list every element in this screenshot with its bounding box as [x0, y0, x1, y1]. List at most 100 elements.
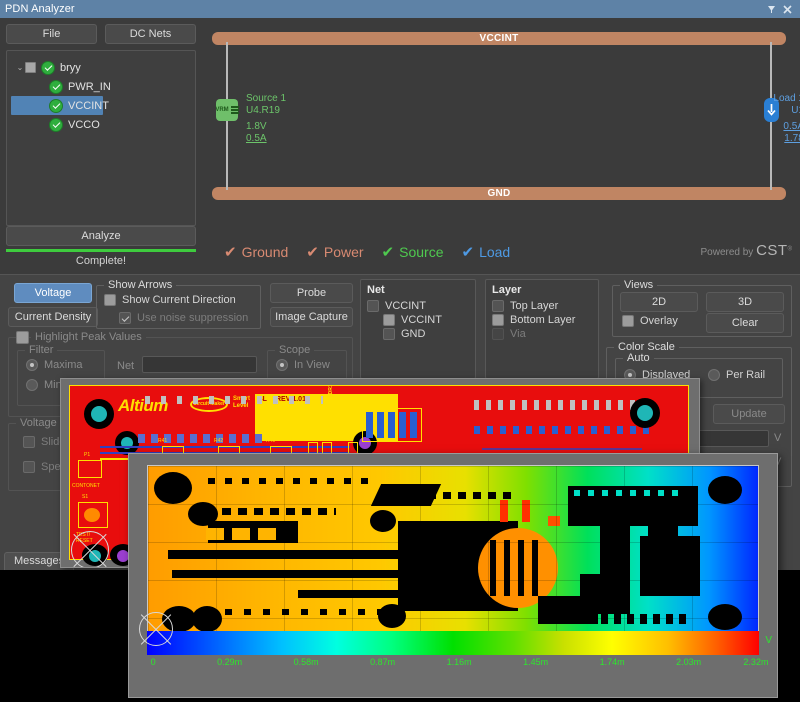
ref-p1: P1	[84, 452, 90, 458]
source-current[interactable]: 0.5A	[246, 133, 267, 145]
tree-row[interactable]: ⌄ bryy	[11, 58, 191, 77]
analyze-button[interactable]: Analyze	[6, 226, 196, 246]
checkbox-box[interactable]	[104, 294, 116, 306]
close-icon[interactable]	[779, 2, 795, 16]
radio-dot	[276, 359, 288, 371]
checkbox-box	[23, 461, 35, 473]
tree-row[interactable]: VCCO	[11, 115, 191, 134]
ref-r42: R42	[214, 438, 223, 444]
clear-button[interactable]: Clear	[706, 313, 784, 333]
source-ref: U4.R19	[246, 105, 280, 117]
layer-item-via: Via	[486, 327, 598, 341]
tree-row[interactable]: PWR_IN	[11, 77, 191, 96]
dc-nets-button[interactable]: DC Nets	[105, 24, 196, 44]
layer-list-panel: Layer Top Layer Bottom Layer Via	[485, 279, 599, 379]
radio-label: Maxima	[44, 359, 83, 371]
radio-dot[interactable]	[708, 369, 720, 381]
net-item-vccint-sub[interactable]: VCCINT	[361, 313, 475, 327]
mounting-hole-pad	[89, 550, 101, 562]
net-tree[interactable]: ⌄ bryy PWR_IN VCCINT	[6, 50, 196, 226]
color-scale-max-input[interactable]	[693, 430, 769, 447]
overlay-checkbox[interactable]: Overlay	[622, 315, 678, 327]
powered-by-label: Powered by	[700, 247, 753, 258]
component-p1	[78, 460, 102, 478]
checkbox-box[interactable]	[383, 328, 395, 340]
net-filter-input[interactable]	[142, 356, 257, 373]
pin-icon[interactable]	[763, 2, 779, 16]
checkbox-box	[492, 328, 504, 340]
source-title: Source 1	[246, 93, 286, 105]
colorbar-tick: 2.03m	[676, 657, 701, 667]
show-arrows-title: Show Arrows	[104, 279, 176, 291]
load-title: Load 1	[773, 93, 800, 105]
ref-r2: R2	[304, 435, 310, 441]
highlight-peak-values-title: Highlight Peak Values	[31, 331, 146, 343]
check-source: ✔ Source	[382, 244, 444, 260]
voltage-heatmap-window[interactable]: V 0 0.29m 0.58m 0.87m 1.16m 1.45m 1.74m …	[128, 453, 778, 698]
status-row: Analyze Complete! ✔ Ground ✔ Power ✔ Sou…	[0, 226, 800, 274]
check-icon: ✔	[224, 245, 237, 260]
load-current[interactable]: 0.5A	[783, 121, 800, 133]
vrm-source-icon[interactable]: VRM	[216, 99, 238, 121]
net-item-gnd[interactable]: GND	[361, 327, 475, 341]
ref-r40: R40	[266, 438, 275, 444]
view-2d-button[interactable]: 2D	[620, 292, 698, 312]
layer-item-bottom[interactable]: Bottom Layer	[486, 313, 598, 327]
checkbox-box[interactable]	[492, 300, 504, 312]
net-item-vccint[interactable]: VCCINT	[361, 299, 475, 313]
checkbox-label: Overlay	[640, 315, 678, 327]
colorbar-tick: 0.58m	[294, 657, 319, 667]
switch-button	[84, 508, 100, 522]
pin-row	[474, 426, 654, 434]
image-capture-button[interactable]: Image Capture	[270, 307, 353, 327]
filter-maxima-radio: Maxima	[26, 359, 83, 371]
layer-item-top[interactable]: Top Layer	[486, 299, 598, 313]
checkbox-label: Show Current Direction	[122, 294, 236, 306]
tree-checkbox[interactable]	[25, 62, 36, 73]
check-label: Load	[479, 244, 510, 260]
voltage-toggle-button[interactable]: Voltage	[14, 283, 92, 303]
validation-checks: ✔ Ground ✔ Power ✔ Source ✔ Load	[224, 244, 510, 260]
analyze-column: Analyze Complete!	[6, 226, 196, 267]
unit-label-1: V	[774, 432, 781, 444]
file-button[interactable]: File	[6, 24, 97, 44]
show-arrows-group: Show Arrows Show Current Direction Use n…	[96, 285, 261, 329]
checkbox-box[interactable]	[492, 314, 504, 326]
probe-button[interactable]: Probe	[270, 283, 353, 303]
checkbox-box[interactable]	[383, 314, 395, 326]
expander-icon[interactable]: ⌄	[15, 63, 25, 72]
load-voltage[interactable]: 1.783V	[784, 133, 800, 145]
heatmap-canvas[interactable]	[147, 465, 759, 632]
radio-label: Per Rail	[726, 369, 765, 381]
heatmap-grid	[148, 466, 758, 631]
view-3d-button[interactable]: 3D	[706, 292, 784, 312]
current-density-button[interactable]: Current Density	[8, 307, 98, 327]
colorbar: V 0 0.29m 0.58m 0.87m 1.16m 1.45m 1.74m …	[147, 631, 759, 671]
show-current-direction-checkbox[interactable]: Show Current Direction	[104, 294, 236, 306]
radio-label: In View	[294, 359, 330, 371]
colorbar-tick: 0.87m	[370, 657, 395, 667]
checkbox-box[interactable]	[622, 315, 634, 327]
ground-rail-bottom: GND	[212, 187, 786, 200]
hdr1-label: HDR1	[328, 385, 334, 398]
tree-row-selected[interactable]: VCCINT	[11, 96, 103, 115]
layer-item-label: Top Layer	[510, 300, 558, 312]
check-label: Ground	[242, 244, 289, 260]
highlight-peak-values-checkbox[interactable]	[16, 331, 29, 344]
mounting-hole-pad	[637, 405, 653, 421]
check-label: Source	[399, 244, 443, 260]
layer-item-label: Via	[510, 328, 526, 340]
scope-title: Scope	[275, 344, 314, 356]
radio-dot	[26, 379, 38, 391]
colorbar-unit: V	[765, 635, 772, 646]
ref-reset: RESET	[76, 538, 93, 544]
check-icon: ✔	[382, 245, 395, 260]
views-group: Views 2D 3D Overlay Clear	[612, 285, 792, 337]
check-label: Power	[324, 244, 364, 260]
checkbox-box[interactable]	[367, 300, 379, 312]
schematic-view[interactable]: VCCINT GND VRM Source 1 U4.R19 1.8V 0.5A…	[204, 24, 794, 226]
pin-row	[474, 400, 654, 410]
colorbar-tick: 1.16m	[447, 657, 472, 667]
auto-per-rail-radio[interactable]: Per Rail	[708, 369, 765, 381]
progress-bar	[6, 249, 196, 252]
